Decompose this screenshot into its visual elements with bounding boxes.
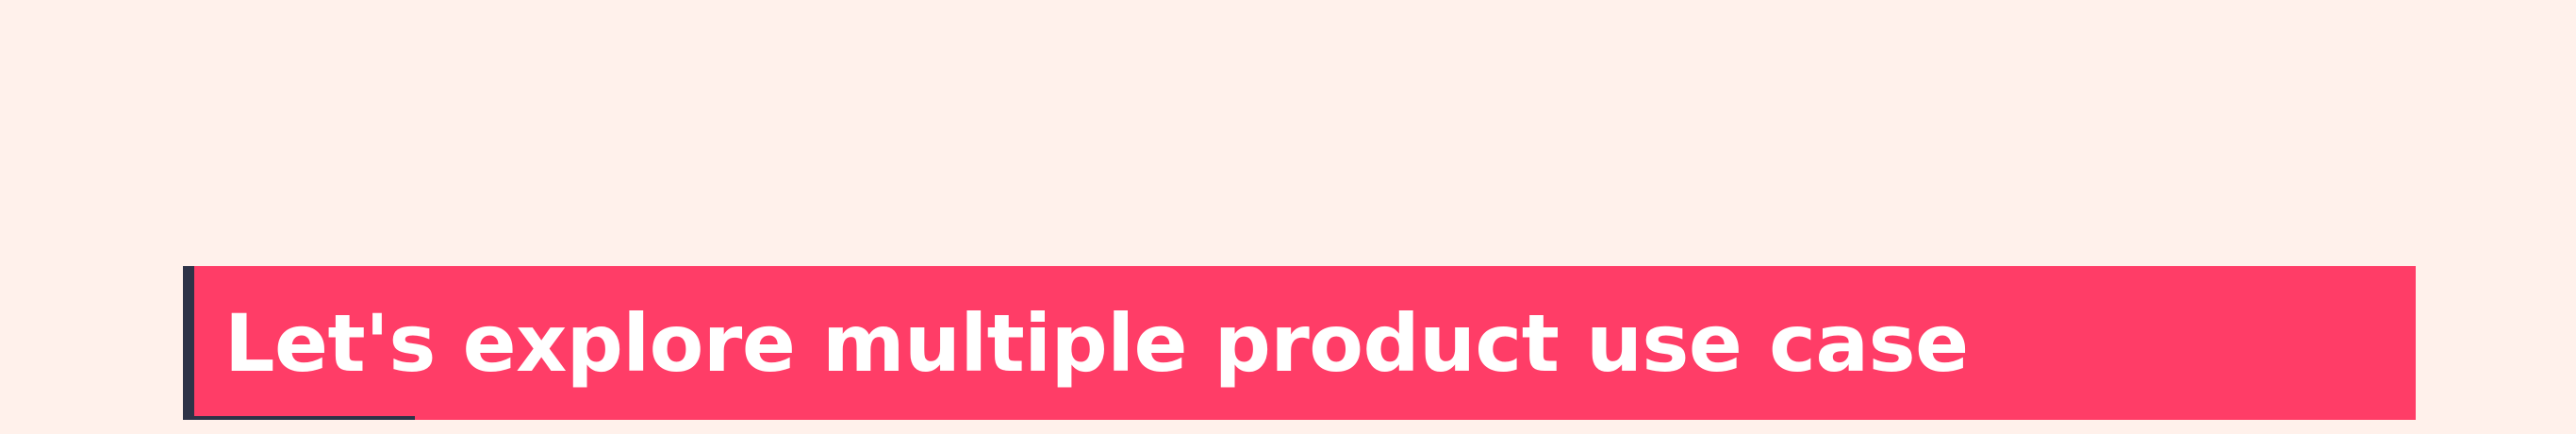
banner-title: Let's explore multiple product use case <box>224 296 1969 390</box>
title-banner: Let's explore multiple product use case <box>183 266 2416 420</box>
banner-accent-line <box>183 416 415 420</box>
